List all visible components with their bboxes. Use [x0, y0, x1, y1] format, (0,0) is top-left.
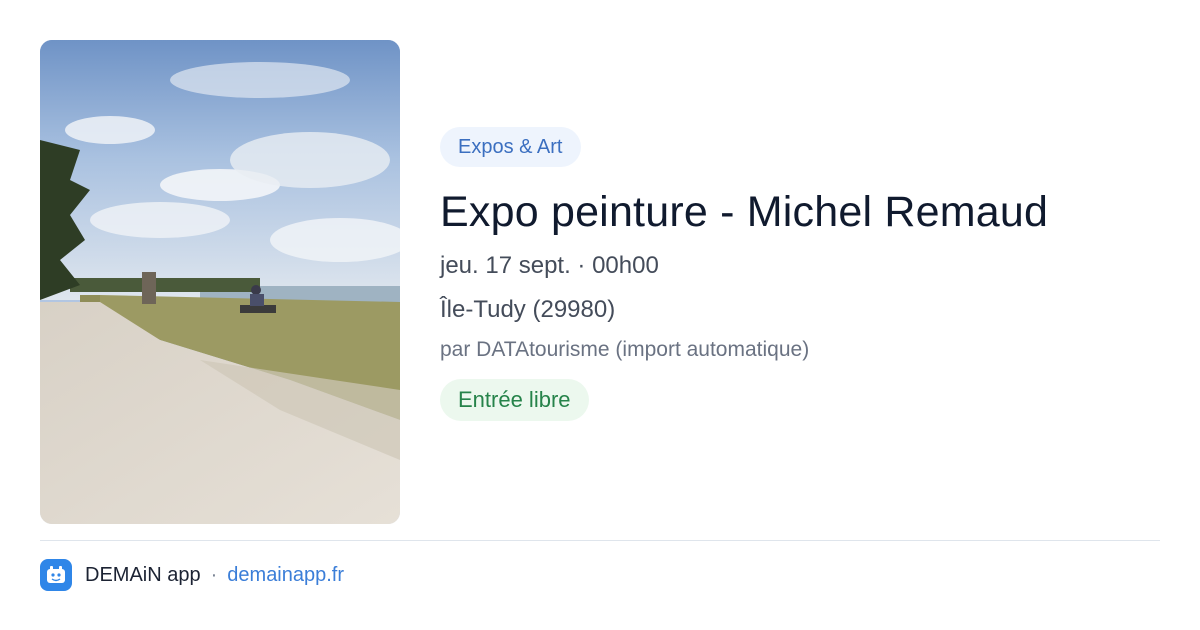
site-link[interactable]: demainapp.fr	[227, 564, 344, 587]
footer-divider	[40, 540, 1160, 541]
landscape-photo-icon	[40, 40, 400, 524]
event-source: par DATAtourisme (import automatique)	[440, 338, 810, 361]
footer-separator: ·	[210, 563, 218, 586]
event-photo[interactable]	[40, 40, 400, 524]
app-logo-icon	[40, 559, 72, 591]
category-badge[interactable]: Expos & Art	[440, 127, 581, 167]
price-badge: Entrée libre	[440, 379, 589, 421]
event-card: Expos & Art Expo peinture - Michel Remau…	[0, 0, 1200, 630]
event-datetime: jeu. 17 sept. · 00h00	[440, 252, 659, 279]
footer: DEMAiN app · demainapp.fr	[40, 558, 344, 592]
event-location: Île-Tudy (29980)	[440, 296, 616, 323]
event-info: Expos & Art Expo peinture - Michel Remau…	[440, 127, 1160, 421]
app-name: DEMAiN app	[85, 563, 201, 586]
event-title: Expo peinture - Michel Remaud	[440, 188, 1049, 236]
